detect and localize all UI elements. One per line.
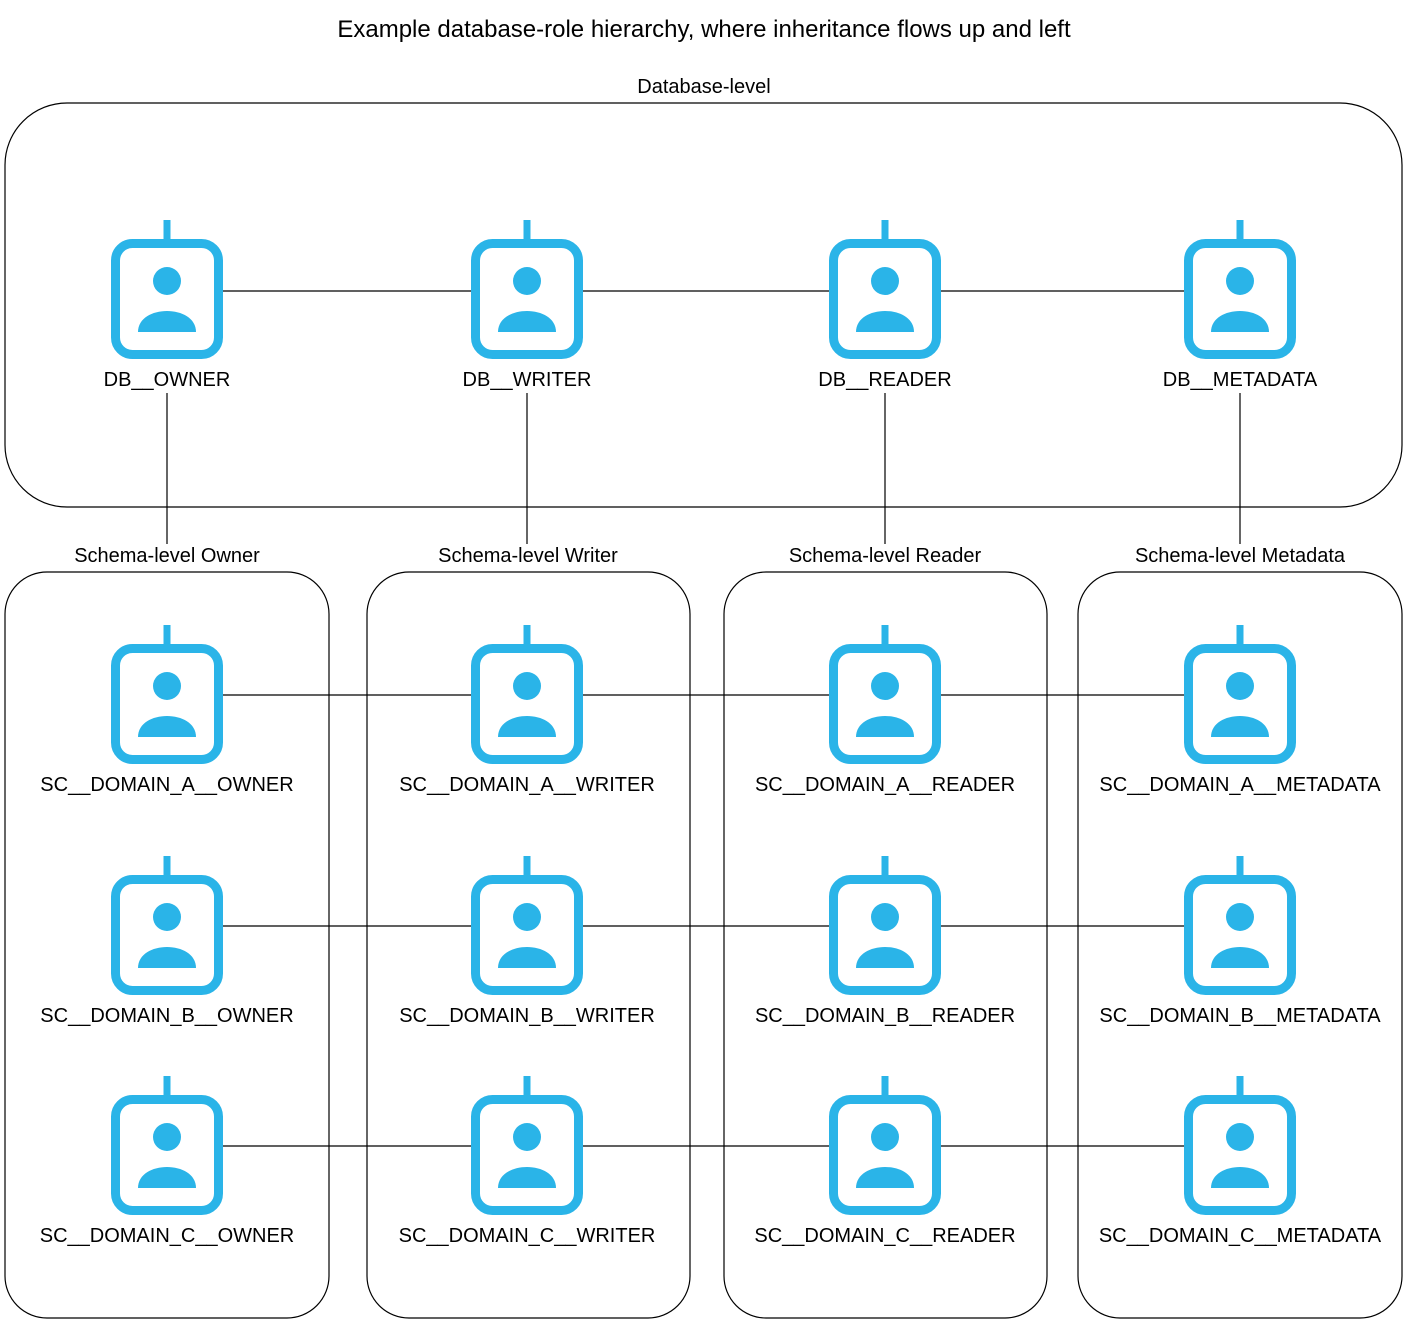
role-label: DB__METADATA	[1163, 369, 1318, 391]
badge-frame	[829, 1095, 941, 1215]
user-badge-icon	[1184, 220, 1296, 359]
badge-clip	[1236, 1076, 1244, 1097]
badge-frame	[471, 875, 583, 995]
badge-head	[153, 267, 181, 295]
group-label-owner: Schema-level Owner	[74, 545, 260, 567]
badge-clip	[881, 625, 889, 646]
user-badge-icon	[829, 1076, 941, 1215]
badge-head	[1226, 267, 1254, 295]
badge-head	[871, 267, 899, 295]
user-badge-icon	[829, 625, 941, 764]
badge-clip	[881, 856, 889, 877]
user-badge-icon	[471, 220, 583, 359]
badge-frame	[1184, 644, 1296, 764]
role-label: SC__DOMAIN_A__READER	[755, 774, 1015, 796]
badge-head	[871, 903, 899, 931]
badge-frame	[471, 644, 583, 764]
role-label: SC__DOMAIN_A__OWNER	[40, 774, 293, 796]
badge-clip	[523, 1076, 531, 1097]
badge-clip	[523, 856, 531, 877]
badge-clip	[523, 625, 531, 646]
badge-frame	[829, 239, 941, 359]
role-label: SC__DOMAIN_B__WRITER	[399, 1005, 655, 1027]
group-label-metadata: Schema-level Metadata	[1135, 545, 1346, 567]
role-label: SC__DOMAIN_A__WRITER	[399, 774, 655, 796]
badge-clip	[1236, 220, 1244, 241]
user-badge-icon	[1184, 856, 1296, 995]
user-badge-icon	[471, 625, 583, 764]
badge-clip	[163, 1076, 171, 1097]
badge-head	[1226, 672, 1254, 700]
user-badge-icon	[829, 856, 941, 995]
badge-clip	[163, 625, 171, 646]
badge-frame	[1184, 1095, 1296, 1215]
badge-frame	[111, 875, 223, 995]
badge-clip	[163, 220, 171, 241]
badge-clip	[881, 220, 889, 241]
badge-clip	[1236, 625, 1244, 646]
group-label-database: Database-level	[637, 76, 770, 98]
badge-frame	[111, 1095, 223, 1215]
user-badge-icon	[829, 220, 941, 359]
user-badge-icon	[471, 1076, 583, 1215]
badge-clip	[163, 856, 171, 877]
badge-frame	[471, 1095, 583, 1215]
badge-frame	[829, 644, 941, 764]
badge-head	[153, 903, 181, 931]
badge-frame	[1184, 875, 1296, 995]
role-label: SC__DOMAIN_C__OWNER	[40, 1225, 295, 1247]
badge-frame	[829, 875, 941, 995]
badge-head	[153, 672, 181, 700]
badge-clip	[1236, 856, 1244, 877]
badge-head	[1226, 903, 1254, 931]
role-label: DB__WRITER	[463, 369, 592, 391]
badge-clip	[881, 1076, 889, 1097]
badge-head	[1226, 1123, 1254, 1151]
badge-frame	[1184, 239, 1296, 359]
badge-head	[153, 1123, 181, 1151]
role-label: SC__DOMAIN_C__WRITER	[399, 1225, 656, 1247]
role-label: SC__DOMAIN_B__OWNER	[40, 1005, 293, 1027]
user-badge-icon	[471, 856, 583, 995]
role-label: SC__DOMAIN_A__METADATA	[1099, 774, 1381, 796]
role-label: DB__OWNER	[104, 369, 231, 391]
badge-head	[871, 1123, 899, 1151]
role-label: SC__DOMAIN_B__METADATA	[1099, 1005, 1381, 1027]
group-label-writer: Schema-level Writer	[438, 545, 618, 567]
diagram-title: Example database-role hierarchy, where i…	[337, 16, 1071, 43]
user-badge-icon	[111, 856, 223, 995]
user-badge-icon	[1184, 625, 1296, 764]
badge-frame	[471, 239, 583, 359]
user-badge-icon	[111, 1076, 223, 1215]
badge-head	[871, 672, 899, 700]
user-badge-icon	[1184, 1076, 1296, 1215]
role-label: DB__READER	[818, 369, 951, 391]
group-label-reader: Schema-level Reader	[789, 545, 982, 567]
user-badge-icon	[111, 220, 223, 359]
user-badge-icon	[111, 625, 223, 764]
badge-head	[513, 903, 541, 931]
badge-frame	[111, 239, 223, 359]
role-label: SC__DOMAIN_B__READER	[755, 1005, 1015, 1027]
badge-frame	[111, 644, 223, 764]
badge-head	[513, 672, 541, 700]
badge-clip	[523, 220, 531, 241]
badge-head	[513, 267, 541, 295]
role-label: SC__DOMAIN_C__READER	[754, 1225, 1015, 1247]
role-hierarchy-diagram: Example database-role hierarchy, where i…	[4, 16, 1403, 1319]
badge-head	[513, 1123, 541, 1151]
role-label: SC__DOMAIN_C__METADATA	[1099, 1225, 1382, 1247]
